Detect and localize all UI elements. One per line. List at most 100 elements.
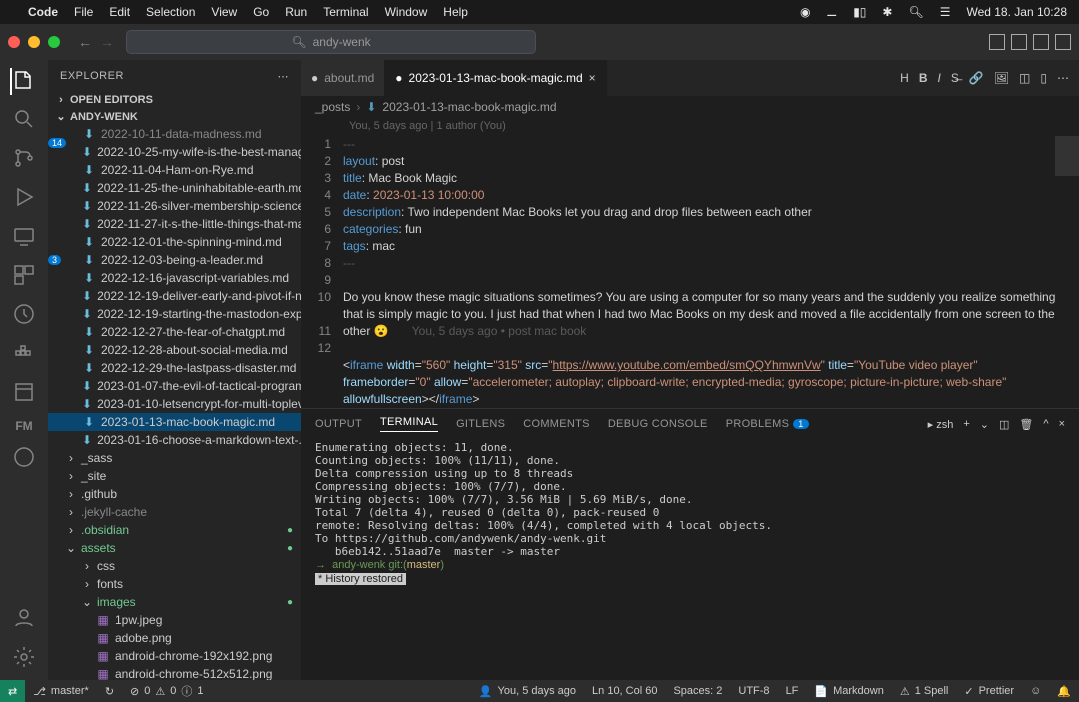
bluetooth-icon[interactable]: ✱	[882, 5, 892, 19]
strike-icon[interactable]: S̶	[951, 71, 959, 85]
file-item[interactable]: ⬇2023-01-16-choose-a-markdown-text-...U	[48, 431, 301, 449]
menu-run[interactable]: Run	[285, 5, 307, 19]
menu-help[interactable]: Help	[443, 5, 468, 19]
file-item[interactable]: ⬇2022-12-01-the-spinning-mind.md	[48, 233, 301, 251]
activity-account-icon[interactable]	[12, 606, 36, 633]
status-sync[interactable]: ↻	[97, 680, 122, 702]
file-item[interactable]: ⬇2022-12-16-javascript-variables.md	[48, 269, 301, 287]
file-item[interactable]: ⬇2022-12-27-the-fear-of-chatgpt.md	[48, 323, 301, 341]
gitlens-authors[interactable]: You, 5 days ago | 1 author (You)	[301, 118, 1079, 136]
panel-tab-gitlens[interactable]: GITLENS	[456, 418, 505, 430]
folder-item[interactable]: ›.obsidian●	[48, 521, 301, 539]
menu-code[interactable]: Code	[28, 5, 58, 19]
clock-text[interactable]: Wed 18. Jan 10:28	[966, 5, 1067, 19]
split-terminal-icon[interactable]: ◫	[999, 418, 1009, 431]
file-item[interactable]: ⬇2022-11-04-Ham-on-Rye.md	[48, 161, 301, 179]
close-panel-icon[interactable]: ×	[1059, 418, 1065, 430]
status-feedback-icon[interactable]: ☺	[1022, 685, 1049, 697]
activity-explorer-icon[interactable]	[10, 68, 36, 95]
menu-window[interactable]: Window	[385, 5, 428, 19]
layout-customize-icon[interactable]	[1055, 34, 1071, 50]
panel-tab-terminal[interactable]: TERMINAL	[380, 416, 438, 432]
maximize-panel-icon[interactable]: ^	[1043, 418, 1048, 430]
status-indent[interactable]: Spaces: 2	[665, 685, 730, 697]
breadcrumb-folder[interactable]: _posts	[315, 100, 350, 114]
preview-icon[interactable]: ◫	[1019, 71, 1030, 85]
panel-tab-comments[interactable]: COMMENTS	[523, 418, 590, 430]
battery-icon[interactable]: ▮▯	[853, 5, 866, 19]
heading-icon[interactable]: H	[900, 71, 909, 85]
breadcrumb[interactable]: _posts› ⬇ 2023-01-13-mac-book-magic.md	[301, 96, 1079, 118]
status-spell[interactable]: ⚠ 1 Spell	[892, 685, 957, 698]
activity-docker-icon[interactable]	[12, 341, 36, 368]
file-item[interactable]: ⬇2022-10-11-data-madness.md	[48, 125, 301, 143]
menu-view[interactable]: View	[211, 5, 237, 19]
breadcrumb-file[interactable]: 2023-01-13-mac-book-magic.md	[382, 100, 556, 114]
minimize-window-button[interactable]	[28, 36, 40, 48]
camera-icon[interactable]: ◉	[800, 5, 810, 19]
tab-mac-book-magic[interactable]: ●2023-01-13-mac-book-magic.md×	[385, 60, 606, 96]
terminal-dropdown-icon[interactable]: ⌄	[980, 418, 989, 431]
file-item[interactable]: ▦adobe.png	[48, 629, 301, 647]
nav-forward-icon[interactable]: →	[100, 34, 114, 50]
menu-edit[interactable]: Edit	[109, 5, 130, 19]
file-item[interactable]: ⬇2023-01-10-letsencrypt-for-multi-toplev…	[48, 395, 301, 413]
nav-back-icon[interactable]: ←	[78, 34, 92, 50]
explorer-more-icon[interactable]: ⋯	[278, 70, 290, 83]
status-cursor-pos[interactable]: Ln 10, Col 60	[584, 685, 665, 697]
file-item[interactable]: ⬇2022-12-19-starting-the-mastodon-experi…	[48, 305, 301, 323]
activity-debug-icon[interactable]	[12, 185, 36, 212]
folder-item[interactable]: ⌄images●	[48, 593, 301, 611]
split-icon[interactable]: ▯	[1040, 71, 1047, 85]
close-window-button[interactable]	[8, 36, 20, 48]
folder-item[interactable]: ›_sass	[48, 449, 301, 467]
menu-file[interactable]: File	[74, 5, 93, 19]
activity-github-icon[interactable]	[12, 445, 36, 472]
menu-go[interactable]: Go	[253, 5, 269, 19]
folder-item[interactable]: ›_site	[48, 467, 301, 485]
file-item[interactable]: ▦android-chrome-512x512.png	[48, 665, 301, 680]
search-icon[interactable]: 🔍︎	[908, 5, 923, 19]
status-encoding[interactable]: UTF-8	[730, 685, 777, 697]
activity-extensions-icon[interactable]: 3	[12, 263, 36, 290]
folder-item[interactable]: ›css	[48, 557, 301, 575]
new-terminal-icon[interactable]: +	[963, 418, 969, 430]
status-blame[interactable]: 👤 You, 5 days ago	[471, 685, 584, 698]
status-language[interactable]: 📄 Markdown	[806, 685, 891, 698]
wifi-icon[interactable]: ⚊	[826, 5, 837, 19]
file-item[interactable]: ⬇2022-10-25-my-wife-is-the-best-manager-…	[48, 143, 301, 161]
activity-search-icon[interactable]	[12, 107, 36, 134]
folder-item[interactable]: ›.github	[48, 485, 301, 503]
image-icon[interactable]: 🖼	[994, 71, 1009, 85]
layout-sidebar-right-icon[interactable]	[1033, 34, 1049, 50]
open-editors-section[interactable]: ›OPEN EDITORS	[48, 92, 301, 108]
file-item[interactable]: ⬇2022-12-29-the-lastpass-disaster.md	[48, 359, 301, 377]
tab-about[interactable]: ●about.md	[301, 60, 385, 96]
remote-indicator[interactable]: ⇄	[0, 680, 25, 702]
layout-sidebar-left-icon[interactable]	[989, 34, 1005, 50]
activity-remote-icon[interactable]	[12, 224, 36, 251]
activity-settings-icon[interactable]	[12, 645, 36, 672]
folder-item[interactable]: ›.jekyll-cache	[48, 503, 301, 521]
more-actions-icon[interactable]: ⋯	[1057, 71, 1069, 85]
activity-fm-icon[interactable]: FM	[15, 419, 32, 433]
panel-tab-output[interactable]: OUTPUT	[315, 418, 362, 430]
file-item[interactable]: ⬇2022-11-27-it-s-the-little-things-that-…	[48, 215, 301, 233]
zoom-window-button[interactable]	[48, 36, 60, 48]
panel-tab-problems[interactable]: PROBLEMS1	[726, 418, 809, 430]
status-prettier[interactable]: ✓ Prettier	[956, 685, 1022, 698]
activity-scm-icon[interactable]: 14	[12, 146, 36, 173]
file-item[interactable]: ▦1pw.jpeg	[48, 611, 301, 629]
file-item[interactable]: ⬇2022-12-19-deliver-early-and-pivot-if-n…	[48, 287, 301, 305]
command-center-search[interactable]: 🔍︎ andy-wenk	[126, 30, 536, 54]
activity-timeline-icon[interactable]	[12, 302, 36, 329]
file-item[interactable]: ⬇2022-12-03-being-a-leader.md	[48, 251, 301, 269]
workspace-section[interactable]: ⌄ANDY-WENK	[48, 108, 301, 125]
status-branch[interactable]: ⎇ master*	[25, 680, 97, 702]
terminal-output[interactable]: Enumerating objects: 11, done. Counting …	[301, 439, 1079, 598]
layout-panel-icon[interactable]	[1011, 34, 1027, 50]
file-item[interactable]: ⬇2022-11-26-silver-membership-science-do…	[48, 197, 301, 215]
kill-terminal-icon[interactable]: 🗑	[1019, 418, 1033, 431]
code-body[interactable]: --- layout: post title: Mac Book Magic d…	[343, 136, 1079, 408]
code-editor[interactable]: 12345678910 1112 --- layout: post title:…	[301, 136, 1079, 408]
